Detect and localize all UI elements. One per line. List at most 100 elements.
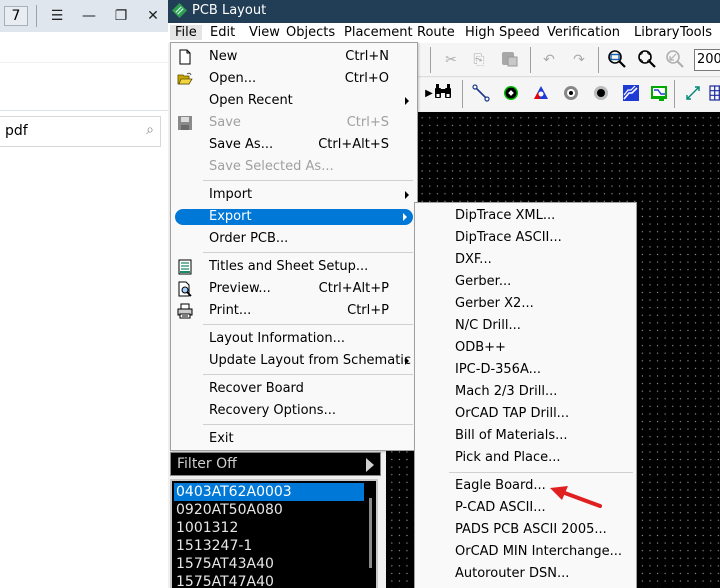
parts-list[interactable]: 0403AT62A0003 0920AT50A080 1001312 15132…: [170, 479, 378, 588]
export-item-odb[interactable]: ODB++: [417, 337, 635, 359]
copper-pour-icon[interactable]: [620, 83, 642, 105]
menu-item-open-recent[interactable]: Open Recent: [173, 90, 415, 112]
export-item-bill-of-materials[interactable]: Bill of Materials...: [417, 425, 635, 447]
tools-toolbar: ▶: [418, 78, 720, 111]
menu-item-open[interactable]: Open... Ctrl+O: [173, 68, 415, 90]
menu-item-order-pcb[interactable]: Order PCB...: [173, 228, 415, 250]
save-icon: [178, 116, 192, 130]
toolbar-divider: [462, 80, 463, 108]
export-item-orcad-min-interchange[interactable]: OrCAD MIN Interchange...: [417, 541, 635, 563]
submenu-arrow-icon: [405, 97, 409, 105]
menu-file[interactable]: File: [170, 25, 202, 40]
menu-item-new[interactable]: New Ctrl+N: [173, 46, 415, 68]
submenu-arrow-icon: [405, 357, 409, 365]
menu-item-print[interactable]: Print... Ctrl+P: [173, 300, 415, 322]
menu-verification[interactable]: Verification: [547, 25, 620, 40]
filter-arrow-icon[interactable]: [366, 458, 374, 472]
page-number-field[interactable]: 7: [4, 6, 28, 26]
export-item-nc-drill[interactable]: N/C Drill...: [417, 315, 635, 337]
new-file-icon: [179, 49, 191, 65]
zoom-previous-icon[interactable]: [664, 49, 686, 71]
list-item[interactable]: 0920AT50A080: [174, 501, 362, 519]
minimize-icon[interactable]: —: [79, 6, 99, 26]
menu-placement[interactable]: Placement: [344, 25, 413, 40]
close-icon[interactable]: ✕: [143, 6, 163, 26]
menu-icon[interactable]: ☰: [47, 6, 67, 26]
list-item[interactable]: 1001312: [174, 519, 362, 537]
export-item-gerber-x2[interactable]: Gerber X2...: [417, 293, 635, 315]
mounting-hole-icon[interactable]: [590, 83, 612, 105]
route-trace-icon[interactable]: [470, 83, 492, 105]
find-icon[interactable]: [432, 83, 454, 105]
search-input[interactable]: pdf ⌕: [0, 116, 161, 147]
toolbar-divider: [674, 80, 675, 108]
board-outline-icon[interactable]: [648, 83, 670, 105]
annotation-arrow-icon: [550, 486, 602, 508]
titles-icon: [178, 259, 192, 275]
export-item-ipc-d-356a[interactable]: IPC-D-356A...: [417, 359, 635, 381]
menu-view[interactable]: View: [249, 25, 280, 40]
hole-icon[interactable]: [560, 83, 582, 105]
menu-item-recover-board[interactable]: Recover Board: [173, 378, 415, 400]
export-item-gerber[interactable]: Gerber...: [417, 271, 635, 293]
menu-route[interactable]: Route: [417, 25, 455, 40]
menu-separator: [203, 252, 413, 253]
menu-item-titles-sheet-setup[interactable]: Titles and Sheet Setup...: [173, 256, 415, 278]
menu-high-speed[interactable]: High Speed: [465, 25, 540, 40]
filter-bar[interactable]: Filter Off: [170, 452, 381, 476]
toolbar-divider: [36, 5, 37, 27]
export-item-mach-drill[interactable]: Mach 2/3 Drill...: [417, 381, 635, 403]
open-folder-icon: [177, 72, 193, 85]
via-icon[interactable]: [530, 83, 552, 105]
menu-separator: [203, 374, 413, 375]
restore-icon[interactable]: ❐: [111, 6, 131, 26]
menu-tools[interactable]: Tools: [680, 25, 712, 40]
search-icon[interactable]: ⌕: [146, 122, 154, 138]
measure-icon[interactable]: [682, 83, 704, 105]
toolbar-divider: [430, 47, 431, 73]
menu-edit[interactable]: Edit: [210, 25, 235, 40]
menu-item-exit[interactable]: Exit: [173, 428, 415, 450]
export-item-pick-and-place[interactable]: Pick and Place...: [417, 447, 635, 469]
background-window: 7 ☰ — ❐ ✕ pdf ⌕: [0, 0, 170, 588]
zoom-level-field[interactable]: 200: [694, 49, 720, 71]
menu-item-save-as[interactable]: Save As... Ctrl+Alt+S: [173, 134, 415, 156]
list-item[interactable]: 0403AT62A0003: [174, 483, 364, 501]
menu-item-save-selected-as[interactable]: Save Selected As...: [173, 156, 415, 178]
export-item-orcad-tap-drill[interactable]: OrCAD TAP Drill...: [417, 403, 635, 425]
menu-separator: [203, 324, 413, 325]
list-item[interactable]: 1513247-1: [174, 537, 362, 555]
export-item-pads-pcb-ascii-2005[interactable]: PADS PCB ASCII 2005...: [417, 519, 635, 541]
copy-icon[interactable]: ⎘: [468, 49, 490, 71]
export-item-diptrace-ascii[interactable]: DipTrace ASCII...: [417, 227, 635, 249]
divider: [0, 110, 170, 111]
menu-objects[interactable]: Objects: [286, 25, 335, 40]
pad-icon[interactable]: [500, 83, 522, 105]
toolbar-divider: [598, 47, 599, 73]
menu-item-import[interactable]: Import: [173, 184, 415, 206]
export-item-diptrace-xml[interactable]: DipTrace XML...: [417, 205, 635, 227]
grid-icon[interactable]: [706, 83, 720, 105]
export-item-autorouter-dsn[interactable]: Autorouter DSN...: [417, 563, 635, 585]
menu-item-save[interactable]: Save Ctrl+S: [173, 112, 415, 134]
menu-item-recovery-options[interactable]: Recovery Options...: [173, 400, 415, 422]
menu-library[interactable]: Library: [634, 25, 679, 40]
redo-icon[interactable]: ↷: [568, 49, 590, 71]
undo-icon[interactable]: ↶: [538, 49, 560, 71]
export-submenu: DipTrace XML... DipTrace ASCII... DXF...…: [414, 202, 637, 588]
menu-item-export[interactable]: Export: [175, 209, 413, 225]
menu-item-layout-information[interactable]: Layout Information...: [173, 328, 415, 350]
menu-item-preview[interactable]: Preview... Ctrl+Alt+P: [173, 278, 415, 300]
list-item[interactable]: 1575AT43A40: [174, 555, 362, 573]
file-menu: New Ctrl+N Open... Ctrl+O Open Recent Sa…: [170, 42, 418, 451]
cut-icon[interactable]: ✂: [440, 49, 462, 71]
submenu-arrow-icon: [403, 213, 407, 221]
export-item-dxf[interactable]: DXF...: [417, 249, 635, 271]
zoom-window-icon[interactable]: [606, 49, 628, 71]
print-icon: [177, 303, 193, 319]
scrollbar[interactable]: [369, 498, 372, 568]
zoom-extents-icon[interactable]: [636, 49, 658, 71]
paste-icon[interactable]: [498, 49, 520, 71]
list-item[interactable]: 1575AT47A40: [174, 573, 362, 588]
menu-item-update-layout-from-schematic[interactable]: Update Layout from Schematic: [173, 350, 415, 372]
